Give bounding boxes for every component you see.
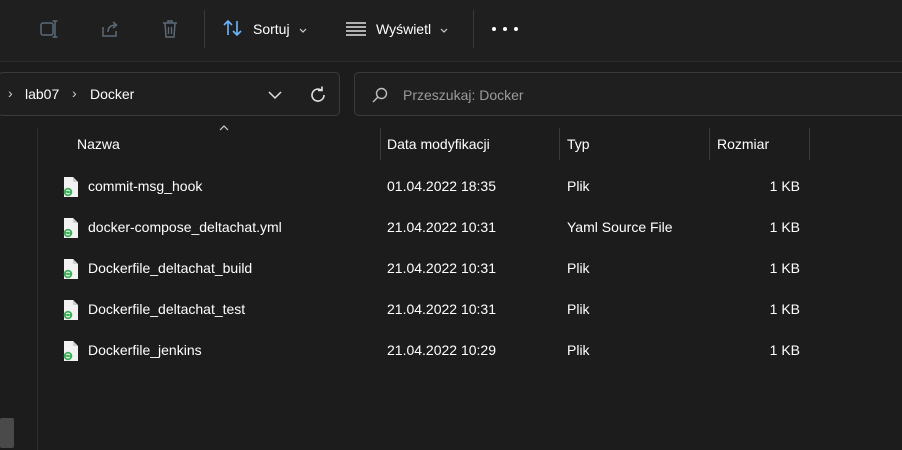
file-date: 21.04.2022 10:31	[387, 301, 496, 317]
column-resize-handle[interactable]	[380, 128, 381, 160]
breadcrumb-lab07[interactable]: lab07	[25, 86, 59, 102]
file-name: Dockerfile_deltachat_build	[88, 260, 253, 276]
file-name: commit-msg_hook	[88, 178, 203, 194]
file-date: 21.04.2022 10:31	[387, 260, 496, 276]
search-box[interactable]	[354, 72, 902, 116]
sort-icon	[222, 18, 244, 41]
sort-label: Sortuj	[253, 21, 290, 37]
file-size: 1 KB	[769, 301, 800, 317]
navigation-scrollbar[interactable]	[0, 418, 14, 448]
view-lines-icon	[345, 19, 367, 40]
toolbar-divider	[204, 10, 205, 48]
search-icon	[371, 86, 389, 104]
column-header-type[interactable]: Typ	[567, 128, 707, 160]
view-button[interactable]: Wyświetl	[345, 16, 448, 42]
file-icon	[62, 340, 80, 362]
column-header-size[interactable]: Rozmiar	[717, 128, 807, 160]
column-resize-handle[interactable]	[709, 128, 710, 160]
more-options-icon[interactable]	[492, 20, 518, 38]
address-bar[interactable]: › lab07 › Docker	[0, 72, 340, 116]
file-type: Plik	[567, 260, 590, 276]
file-row[interactable]: Dockerfile_jenkins 21.04.2022 10:29 Plik…	[50, 330, 810, 371]
column-header-type-label: Typ	[567, 136, 590, 152]
file-name: docker-compose_deltachat.yml	[88, 219, 282, 235]
search-input[interactable]	[403, 84, 703, 106]
file-date: 21.04.2022 10:29	[387, 342, 496, 358]
column-header-size-label: Rozmiar	[717, 136, 770, 152]
column-resize-handle[interactable]	[809, 128, 810, 160]
file-icon	[62, 258, 80, 280]
refresh-icon[interactable]	[308, 85, 328, 105]
column-header-name[interactable]: Nazwa	[77, 128, 377, 160]
column-header-name-label: Nazwa	[77, 136, 120, 152]
file-name: Dockerfile_jenkins	[88, 342, 202, 358]
file-row[interactable]: commit-msg_hook 01.04.2022 18:35 Plik 1 …	[50, 166, 810, 207]
file-date: 01.04.2022 18:35	[387, 178, 496, 194]
rename-icon[interactable]	[37, 16, 63, 42]
file-row[interactable]: Dockerfile_deltachat_build 21.04.2022 10…	[50, 248, 810, 289]
command-bar: Sortuj Wyświetl	[0, 0, 902, 62]
column-header-date-label: Data modyfikacji	[387, 136, 490, 152]
file-type: Yaml Source File	[567, 219, 673, 235]
file-size: 1 KB	[769, 219, 800, 235]
column-header-date[interactable]: Data modyfikacji	[387, 128, 557, 160]
file-type: Plik	[567, 301, 590, 317]
breadcrumb-chevron-icon: ›	[8, 85, 13, 101]
file-type: Plik	[567, 178, 590, 194]
breadcrumb-chevron-icon: ›	[72, 85, 77, 101]
share-icon[interactable]	[97, 16, 123, 42]
file-row[interactable]: docker-compose_deltachat.yml 21.04.2022 …	[50, 207, 810, 248]
navigation-pane-divider[interactable]	[37, 128, 38, 450]
file-name: Dockerfile_deltachat_test	[88, 301, 246, 317]
chevron-down-icon	[440, 21, 448, 37]
file-row[interactable]: Dockerfile_deltachat_test 21.04.2022 10:…	[50, 289, 810, 330]
file-size: 1 KB	[769, 342, 800, 358]
file-icon	[62, 299, 80, 321]
column-resize-handle[interactable]	[559, 128, 560, 160]
file-icon	[62, 176, 80, 198]
toolbar-divider	[473, 10, 474, 48]
file-size: 1 KB	[769, 178, 800, 194]
file-type: Plik	[567, 342, 590, 358]
delete-icon[interactable]	[157, 16, 183, 42]
chevron-down-icon	[299, 21, 307, 37]
sort-button[interactable]: Sortuj	[222, 16, 307, 42]
file-icon	[62, 217, 80, 239]
file-size: 1 KB	[769, 260, 800, 276]
view-label: Wyświetl	[376, 21, 432, 37]
file-date: 21.04.2022 10:31	[387, 219, 496, 235]
breadcrumb-docker[interactable]: Docker	[90, 86, 134, 102]
address-history-chevron-icon[interactable]	[267, 87, 283, 103]
